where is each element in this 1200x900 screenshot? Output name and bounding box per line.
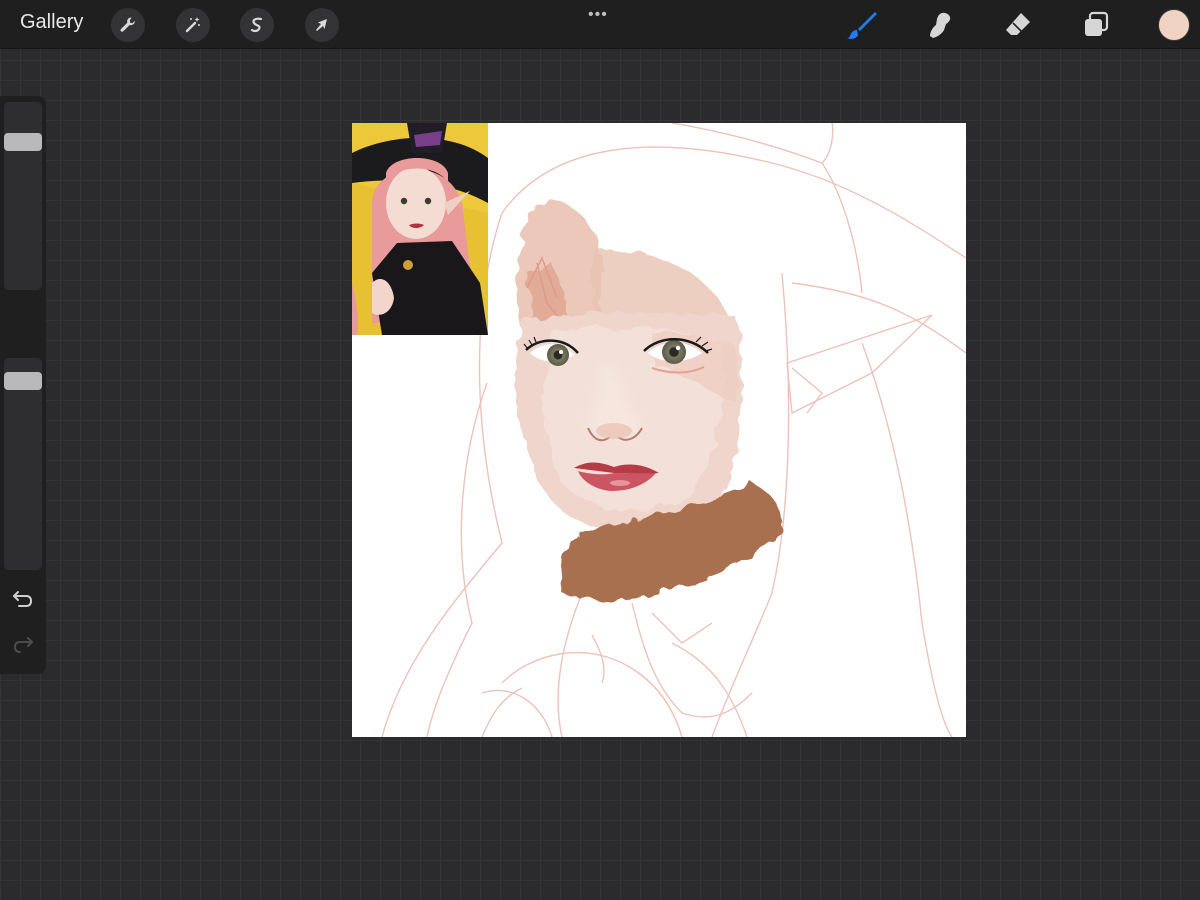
layers-button[interactable] <box>1079 8 1113 42</box>
layers-icon <box>1085 11 1109 36</box>
reference-photo <box>352 123 488 335</box>
eraser-icon <box>1006 13 1030 35</box>
top-toolbar: Gallery ••• <box>0 0 1200 49</box>
selection-icon <box>250 17 263 33</box>
undo-icon[interactable] <box>11 588 35 610</box>
color-picker-button[interactable] <box>1158 9 1190 41</box>
reference-image[interactable] <box>352 123 488 335</box>
magic-wand-icon <box>185 17 200 33</box>
left-sidebar <box>0 96 46 674</box>
gallery-button[interactable]: Gallery <box>20 11 83 34</box>
brush-tool-button[interactable] <box>845 8 879 42</box>
brush-icon <box>847 12 877 39</box>
opacity-thumb[interactable] <box>4 372 42 390</box>
transform-button[interactable] <box>305 8 339 42</box>
eraser-tool-button[interactable] <box>1001 8 1035 42</box>
redo-icon[interactable] <box>11 634 35 656</box>
wrench-icon <box>120 17 135 32</box>
selection-button[interactable] <box>240 8 274 42</box>
smudge-tool-button[interactable] <box>923 8 957 42</box>
brush-size-slider[interactable] <box>4 102 42 290</box>
smudge-icon <box>930 12 951 38</box>
transform-arrow-icon <box>316 19 327 31</box>
adjustments-button[interactable] <box>176 8 210 42</box>
more-menu-button[interactable]: ••• <box>588 6 608 24</box>
brush-size-thumb[interactable] <box>4 133 42 151</box>
actions-button[interactable] <box>111 8 145 42</box>
opacity-slider[interactable] <box>4 358 42 570</box>
